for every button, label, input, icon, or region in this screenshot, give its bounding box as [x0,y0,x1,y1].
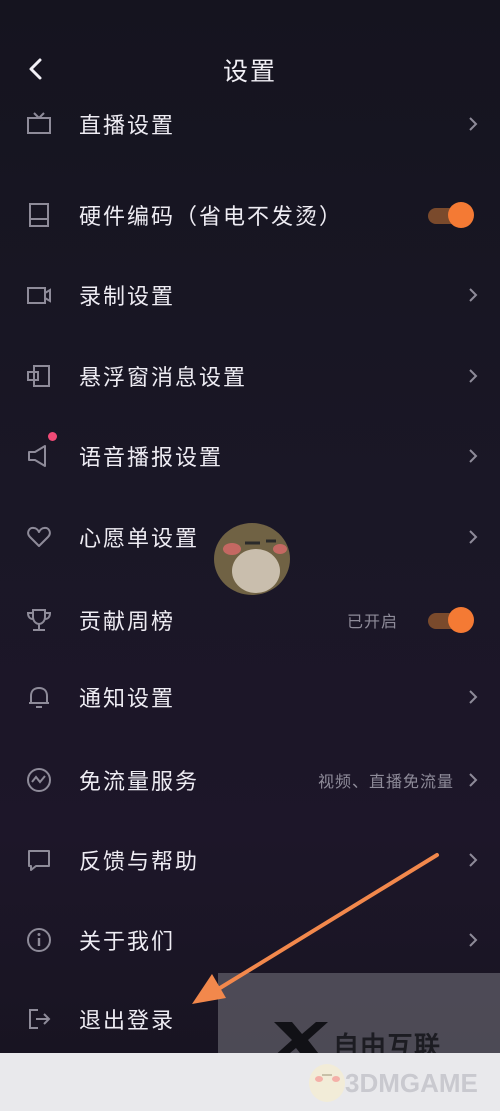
setting-label: 语音播报设置 [79,446,224,471]
chevron-right-icon [469,853,478,867]
page-title: 设置 [222,57,277,86]
setting-label: 免流量服务 [79,770,200,795]
setting-label: 贡献周榜 [79,610,176,635]
speaker-icon [28,445,46,467]
feedback-icon [28,850,50,871]
setting-label: 关于我们 [79,930,176,955]
chevron-right-icon [469,530,478,544]
chevron-right-icon [469,690,478,704]
data-saver-icon [27,768,51,792]
setting-floating-window[interactable]: 悬浮窗消息设置 [0,346,500,406]
watermark-site-text: 3DMGAME [345,1068,478,1098]
setting-data-free[interactable]: 免流量服务 视频、直播免流量 [0,750,500,810]
setting-label: 录制设置 [79,285,176,310]
setting-value: 已开启 [346,612,398,631]
mascot-logo-icon [309,1064,345,1102]
info-icon [27,928,51,952]
setting-live[interactable]: 直播设置 [0,94,500,154]
setting-notifications[interactable]: 通知设置 [0,667,500,727]
setting-recording[interactable]: 录制设置 [0,265,500,325]
logout-icon [29,1009,51,1029]
chevron-right-icon [469,117,478,131]
setting-about[interactable]: 关于我们 [0,910,500,970]
heart-icon [27,526,51,547]
tv-icon [27,112,51,134]
hardware-encoding-toggle[interactable] [428,202,476,228]
setting-hardware-encoding: 硬件编码（省电不发烫） [0,185,500,245]
mascot-watermark-icon [214,523,290,595]
setting-label: 心愿单设置 [79,527,200,552]
setting-label: 通知设置 [79,687,176,712]
chevron-right-icon [469,773,478,787]
bell-icon [29,687,49,708]
setting-label: 硬件编码（省电不发烫） [79,205,344,230]
setting-label: 反馈与帮助 [79,850,200,875]
chip-icon [29,203,49,227]
new-badge-dot [48,432,57,441]
trophy-icon [26,609,52,631]
camera-icon [27,287,51,304]
chevron-right-icon [469,288,478,302]
setting-label: 直播设置 [79,114,176,139]
chevron-right-icon [469,449,478,463]
setting-label: 悬浮窗消息设置 [79,366,248,391]
weekly-ranking-toggle[interactable] [428,607,476,633]
setting-weekly-ranking: 贡献周榜 已开启 [0,590,500,650]
setting-label: 退出登录 [79,1009,176,1034]
floating-window-icon [27,365,50,387]
setting-voice-broadcast[interactable]: 语音播报设置 [0,426,500,486]
setting-value: 视频、直播免流量 [317,772,454,791]
chevron-right-icon [469,933,478,947]
chevron-right-icon [469,369,478,383]
setting-feedback[interactable]: 反馈与帮助 [0,830,500,890]
